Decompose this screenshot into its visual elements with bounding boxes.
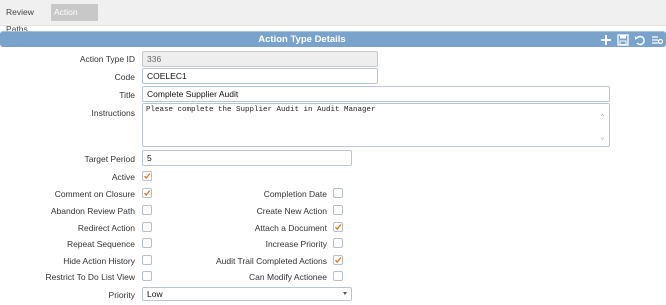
- list-settings-icon[interactable]: [650, 33, 663, 46]
- increase-priority-checkbox[interactable]: [333, 238, 343, 248]
- create-new-action-label: Create New Action: [256, 206, 327, 216]
- scroll-up-icon[interactable]: ⌃: [598, 114, 607, 122]
- instructions-text: Please complete the Supplier Audit in Au…: [146, 106, 376, 114]
- audit-trail-completed-actions-label: Audit Trail Completed Actions: [215, 256, 327, 266]
- completion-date-label: Completion Date: [263, 189, 327, 199]
- tab-review-paths[interactable]: Review Paths: [3, 4, 50, 34]
- chevron-down-icon: [343, 292, 347, 295]
- textarea-scrollbar[interactable]: ⌃ ⌄: [598, 108, 607, 142]
- title-field[interactable]: Complete Supplier Audit: [142, 86, 610, 102]
- instructions-textarea[interactable]: Please complete the Supplier Audit in Au…: [142, 103, 610, 147]
- tab-action-types[interactable]: Action Types: [51, 4, 98, 34]
- title-label: Title: [119, 90, 135, 100]
- section-title: Action Type Details: [258, 34, 346, 45]
- action-type-id-label: Action Type ID: [79, 54, 135, 64]
- active-checkbox[interactable]: [142, 171, 152, 181]
- target-period-label: Target Period: [84, 154, 135, 164]
- audit-trail-completed-actions-checkbox[interactable]: [333, 255, 343, 265]
- can-modify-actionee-checkbox[interactable]: [333, 271, 343, 281]
- priority-select[interactable]: Low: [142, 287, 352, 301]
- instructions-label: Instructions: [91, 108, 135, 118]
- action-type-id-field: 336: [142, 51, 378, 67]
- undo-icon[interactable]: [633, 33, 646, 46]
- create-new-action-checkbox[interactable]: [333, 205, 343, 215]
- priority-label: Priority: [108, 290, 135, 300]
- attach-a-document-label: Attach a Document: [254, 223, 327, 233]
- section-header: Action Type Details: [0, 31, 666, 47]
- active-label: Active: [111, 172, 135, 182]
- plus-icon[interactable]: [599, 33, 612, 46]
- completion-date-checkbox[interactable]: [333, 188, 343, 198]
- code-field[interactable]: COELEC1: [142, 68, 378, 84]
- increase-priority-label: Increase Priority: [265, 239, 327, 249]
- can-modify-actionee-label: Can Modify Actionee: [249, 272, 327, 282]
- header-toolbar: [599, 33, 663, 47]
- code-label: Code: [114, 72, 135, 82]
- priority-value: Low: [147, 289, 163, 299]
- attach-a-document-checkbox[interactable]: [333, 222, 343, 232]
- save-icon[interactable]: [616, 33, 629, 46]
- target-period-field[interactable]: 5: [142, 150, 352, 166]
- scroll-down-icon[interactable]: ⌄: [598, 134, 607, 142]
- tab-bar: Review Paths Action Types: [0, 0, 666, 34]
